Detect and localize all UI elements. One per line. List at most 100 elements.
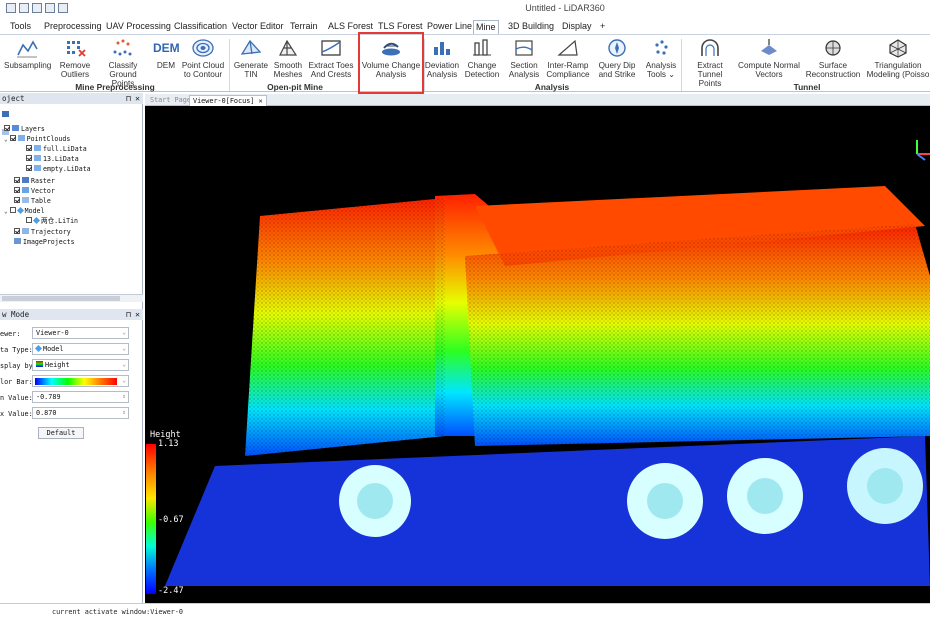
close-icon[interactable]: ✕ — [258, 97, 262, 105]
model-icon — [34, 344, 43, 352]
image-projects-icon — [14, 238, 21, 244]
pointcloud-icon — [17, 135, 25, 141]
section-analysis-button[interactable]: Section Analysis — [506, 37, 542, 83]
remove-outliers-button[interactable]: Remove Outliers — [56, 37, 94, 83]
checkbox[interactable] — [26, 155, 32, 161]
checkbox[interactable] — [14, 177, 20, 183]
spinner-icon[interactable]: ⇕ — [122, 392, 126, 402]
checkbox[interactable] — [14, 228, 20, 234]
classify-ground-button[interactable]: Classify Ground Points — [94, 37, 152, 88]
chevron-down-icon: ⌄ — [122, 329, 126, 336]
tree-item-full-lidata[interactable]: full.LiData — [26, 145, 87, 154]
query-dip-strike-button[interactable]: Query Dip and Strike — [595, 37, 639, 83]
normal-vectors-icon — [761, 39, 777, 55]
dem-icon: DEM — [153, 41, 180, 55]
tab-classification[interactable]: Classification — [172, 20, 229, 34]
tree-item-vector[interactable]: Vector — [14, 187, 55, 196]
point-cloud-render — [165, 140, 930, 586]
color-bar-select[interactable]: ⌄ — [32, 375, 129, 387]
tree-item-pointclouds[interactable]: ⌄ PointClouds — [4, 135, 70, 144]
tree-item-imageprojects[interactable]: ImageProjects — [14, 238, 75, 247]
chevron-down-icon[interactable]: ⌄ — [4, 136, 8, 143]
generate-tin-button[interactable]: Generate TIN — [232, 37, 270, 83]
subsampling-button[interactable]: Subsampling — [4, 37, 51, 83]
spinner-icon[interactable]: ⇕ — [122, 408, 126, 418]
checkbox[interactable] — [26, 145, 32, 151]
chevron-down-icon: ⌄ — [122, 361, 126, 368]
analysis-tools-icon — [655, 40, 668, 55]
extract-tunnel-points-button[interactable]: Extract Tunnel Points — [684, 37, 736, 88]
smooth-meshes-button[interactable]: Smooth Meshes — [270, 37, 306, 83]
checkbox[interactable] — [9, 207, 16, 213]
display-by-select[interactable]: Height ⌄ — [32, 359, 129, 371]
tree-item-raster[interactable]: Raster — [14, 177, 55, 186]
3d-viewer[interactable] — [145, 106, 930, 603]
pin-icon[interactable]: ⊓ — [126, 93, 131, 104]
legend-mid-label: -0.67 — [158, 515, 184, 525]
group-separator — [229, 39, 230, 91]
checkbox[interactable] — [14, 197, 20, 203]
pin-icon[interactable]: ⊓ — [126, 309, 131, 320]
tab-start-page[interactable]: Start Page — [147, 95, 194, 106]
point-cloud-contour-button[interactable]: Point Cloud to Contour — [180, 37, 226, 83]
tree-item-13-lidata[interactable]: 13.LiData — [26, 155, 79, 164]
dem-button[interactable]: DEM DEM — [153, 37, 180, 83]
tree-item-empty-lidata[interactable]: empty.LiData — [26, 165, 91, 174]
close-icon[interactable]: ✕ — [135, 93, 140, 104]
max-value-input[interactable]: 0.870 ⇕ — [32, 407, 129, 419]
viewer-row: ewer: Viewer-0 ⌄ — [0, 327, 143, 341]
tab-viewer-0[interactable]: Viewer-0[Focus] ✕ — [189, 95, 267, 106]
scrollbar-thumb[interactable] — [2, 296, 120, 301]
tin-icon — [32, 216, 41, 224]
tab-add[interactable]: + — [598, 20, 607, 34]
checkbox[interactable] — [9, 135, 16, 141]
tree-item-model[interactable]: ⌄ Model — [4, 206, 44, 216]
min-value-input[interactable]: -0.789 ⇕ — [32, 391, 129, 403]
tree-item-table[interactable]: Table — [14, 197, 51, 206]
inter-ramp-compliance-button[interactable]: Inter-Ramp Compliance — [544, 37, 592, 83]
tab-display[interactable]: Display — [560, 20, 594, 34]
add-data-icon[interactable] — [2, 110, 9, 117]
triangulation-modeling-button[interactable]: Triangulation Modeling (Poisso — [866, 37, 930, 83]
surface-reconstruction-icon — [825, 40, 841, 56]
triangulation-icon — [889, 39, 907, 58]
close-icon[interactable]: ✕ — [135, 309, 140, 320]
analysis-tools-dropdown[interactable]: Analysis Tools ⌄ — [644, 37, 678, 83]
display-panel-header: w Mode ⊓ ✕ — [0, 309, 143, 320]
tree-item-trajectory[interactable]: Trajectory — [14, 228, 71, 237]
tab-uav-processing[interactable]: UAV Processing — [104, 20, 173, 34]
checkbox[interactable] — [14, 187, 20, 193]
checkbox[interactable] — [4, 125, 10, 131]
left-panel: oject ⊓ ✕ Layers ⌄ PointClouds full.LiDat… — [0, 93, 143, 603]
data-type-select[interactable]: Model ⌄ — [32, 343, 129, 355]
model-icon — [16, 206, 24, 214]
deviation-analysis-button[interactable]: Deviation Analysis — [424, 37, 460, 83]
lidata-icon — [34, 165, 41, 171]
checkbox[interactable] — [26, 217, 32, 223]
lidata-icon — [34, 145, 41, 151]
tab-vector-editor[interactable]: Vector Editor — [230, 20, 286, 34]
tree-item-model-tin[interactable]: 两仓.LiTin — [26, 216, 78, 226]
viewer-tabs: Start Page Viewer-0[Focus] ✕ — [145, 94, 930, 106]
tin-icon — [240, 39, 262, 55]
surface-reconstruction-button[interactable]: Surface Reconstruction — [804, 37, 862, 83]
tree-item-layers[interactable]: Layers — [4, 125, 45, 134]
tab-terrain[interactable]: Terrain — [288, 20, 320, 34]
tab-3d-building[interactable]: 3D Building — [506, 20, 556, 34]
tab-power-line[interactable]: Power Line — [425, 20, 474, 34]
extract-toes-button[interactable]: Extract Toes And Crests — [307, 37, 355, 83]
title-bar: Untitled - LiDAR360 — [0, 0, 930, 18]
tab-preprocessing[interactable]: Preprocessing — [42, 20, 104, 34]
viewer-select[interactable]: Viewer-0 ⌄ — [32, 327, 129, 339]
horizontal-scrollbar[interactable] — [0, 294, 143, 302]
checkbox[interactable] — [26, 165, 32, 171]
ribbon-toolbar: Subsampling Remove Outliers Classify Gro… — [0, 34, 930, 92]
vector-icon — [22, 187, 29, 193]
change-detection-button[interactable]: Change Detection — [463, 37, 501, 83]
compute-normal-vectors-button[interactable]: Compute Normal Vectors — [737, 37, 801, 83]
chevron-down-icon[interactable]: ⌄ — [4, 208, 8, 215]
change-detection-icon — [473, 39, 491, 56]
tab-mine[interactable]: Mine — [473, 20, 499, 34]
default-button[interactable]: Default — [38, 427, 84, 439]
tab-tools[interactable]: Tools — [8, 20, 33, 34]
